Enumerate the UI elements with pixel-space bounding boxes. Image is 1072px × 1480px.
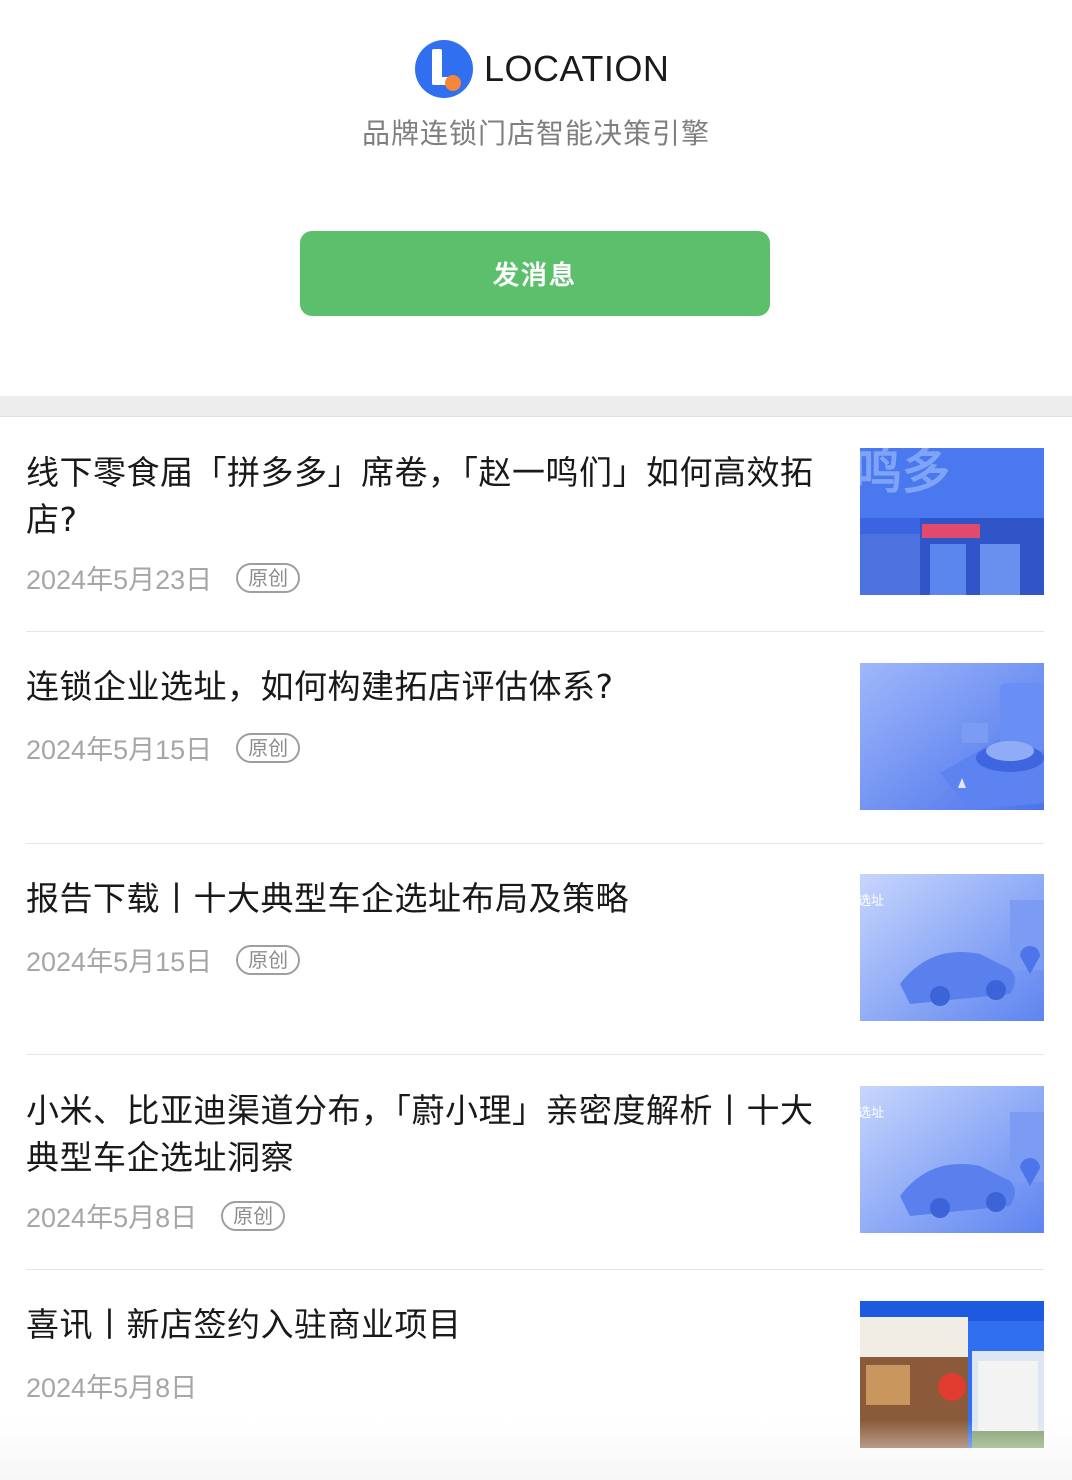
article-meta: 2024年5月8日	[26, 1366, 197, 1405]
article-item[interactable]: 小米、比亚迪渠道分布，「蔚小理」亲密度解析丨十大典型车企选址洞察 2024年5月…	[26, 1055, 1044, 1270]
article-date: 2024年5月8日	[26, 1373, 198, 1403]
article-title: 连锁企业选址，如何构建拓店评估体系?	[26, 667, 614, 706]
article-title: 喜讯丨新店签约入驻商业项目	[26, 1305, 462, 1344]
article-date: 2024年5月23日	[26, 565, 213, 595]
location-logo-icon	[415, 40, 473, 98]
article-meta: 2024年5月15日 原创	[26, 728, 301, 767]
brand-slogan: 品牌连锁门店智能决策引擎	[361, 117, 710, 150]
brand-name: LOCATION	[484, 48, 670, 89]
article-thumbnail: 选址	[860, 874, 1044, 1021]
article-meta: 2024年5月15日 原创	[26, 940, 301, 979]
send-message-button[interactable]: 发消息	[300, 231, 770, 316]
original-badge: 原创	[236, 944, 301, 975]
article-title: 报告下载丨十大典型车企选址布局及策略	[26, 879, 629, 918]
article-thumbnail	[860, 663, 1044, 810]
original-badge: 原创	[221, 1200, 286, 1231]
profile-header: LOCATION 品牌连锁门店智能决策引擎 发消息	[0, 0, 1072, 396]
article-meta: 2024年5月23日 原创	[26, 558, 301, 597]
article-thumbnail	[860, 1301, 1044, 1448]
article-date: 2024年5月15日	[26, 735, 213, 765]
article-title: 线下零食届「拼多多」席卷，「赵一鸣们」如何高效拓店?	[26, 453, 814, 539]
article-thumbnail: 鸣多	[860, 448, 1044, 595]
original-badge: 原创	[236, 562, 301, 593]
article-meta: 2024年5月8日 原创	[26, 1196, 286, 1235]
article-item[interactable]: 喜讯丨新店签约入驻商业项目 2024年5月8日	[26, 1270, 1044, 1480]
article-item[interactable]: 报告下载丨十大典型车企选址布局及策略 2024年5月15日 原创 选址	[26, 844, 1044, 1055]
article-title: 小米、比亚迪渠道分布，「蔚小理」亲密度解析丨十大典型车企选址洞察	[26, 1091, 814, 1177]
section-divider	[0, 396, 1072, 417]
original-badge: 原创	[236, 732, 301, 763]
thumb-caption: 选址	[860, 894, 884, 909]
article-item[interactable]: 线下零食届「拼多多」席卷，「赵一鸣们」如何高效拓店? 2024年5月23日 原创…	[26, 417, 1044, 632]
thumb-caption: 选址	[860, 1106, 884, 1121]
article-date: 2024年5月15日	[26, 947, 213, 977]
thumb-shop-sign: 鸣多	[860, 448, 950, 500]
article-date: 2024年5月8日	[26, 1203, 198, 1233]
article-item[interactable]: 连锁企业选址，如何构建拓店评估体系? 2024年5月15日 原创	[26, 632, 1044, 844]
article-thumbnail: 选址	[860, 1086, 1044, 1233]
brand: LOCATION	[414, 38, 669, 100]
